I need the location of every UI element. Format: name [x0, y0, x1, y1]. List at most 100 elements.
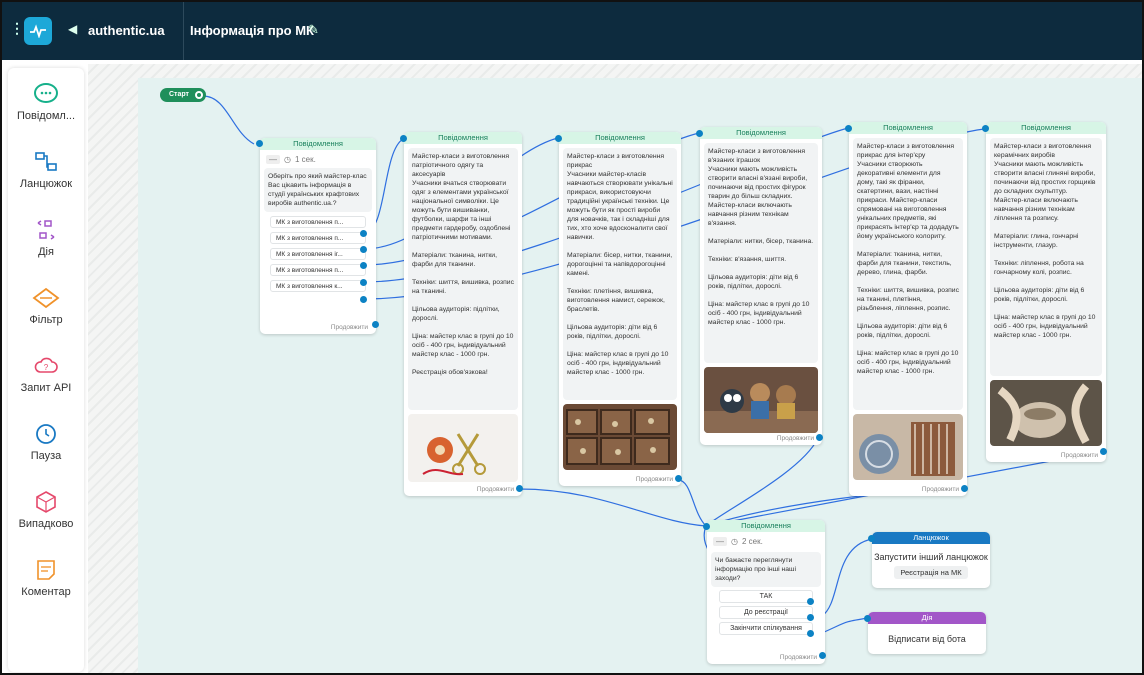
node-header: Повідомлення	[849, 122, 967, 134]
message-text: Чи бажаєте переглянути інформацію про ін…	[711, 552, 821, 587]
output-port[interactable]	[360, 262, 367, 269]
message-node-ceramics[interactable]: Повідомлення Майстер-класи з виготовленн…	[982, 122, 1107, 462]
tool-random[interactable]: Випадково	[8, 484, 84, 550]
tool-label: Пауза	[30, 450, 62, 462]
app-logo-icon[interactable]	[24, 17, 52, 45]
chain-node[interactable]: Ланцюжок Запустити інший ланцюжок Реєстр…	[868, 532, 990, 588]
node-header: Дія	[868, 612, 986, 624]
continue-port[interactable]	[819, 652, 826, 659]
input-port[interactable]	[256, 140, 263, 147]
delay-row: — ◷ 2 сек.	[713, 537, 819, 546]
option-button[interactable]: ТАК	[719, 590, 813, 603]
tool-filter[interactable]: Фільтр	[8, 280, 84, 346]
input-port[interactable]	[696, 130, 703, 137]
node-header: Повідомлення	[707, 520, 825, 532]
option-button[interactable]: До реєстрації	[719, 606, 813, 619]
tool-pause[interactable]: Пауза	[8, 416, 84, 482]
message-text: Майстер-класи з виготовлення патріотично…	[408, 148, 518, 410]
start-label: Старт	[169, 91, 189, 98]
tool-sidebar: Повідомл... Ланцюжок Дія Фільтр ? Запит …	[8, 68, 84, 672]
continue-label: Продовжити	[635, 476, 673, 483]
message-node-patriotic[interactable]: Повідомлення Майстер-класи з виготовленн…	[400, 132, 523, 496]
continue-port[interactable]	[675, 475, 682, 482]
message-text: Оберіть про який майстер-клас Вас цікави…	[264, 168, 372, 212]
tool-chain[interactable]: Ланцюжок	[8, 144, 84, 210]
menu-dots-icon[interactable]: ⋮	[10, 20, 24, 37]
tool-label: Ланцюжок	[19, 178, 73, 190]
output-port[interactable]	[807, 630, 814, 637]
clock-icon: ◷	[284, 155, 291, 164]
message-bubble-icon	[34, 83, 58, 103]
message-node-toys[interactable]: Повідомлення Майстер-класи з виготовленн…	[696, 127, 823, 445]
minus-icon[interactable]: —	[266, 155, 280, 164]
option-button[interactable]: МК з виготовлення іг...	[270, 248, 366, 260]
back-arrow-icon[interactable]: ◀	[68, 22, 77, 36]
tool-message[interactable]: Повідомл...	[8, 76, 84, 142]
tool-api[interactable]: ? Запит API	[8, 348, 84, 414]
note-icon	[37, 560, 55, 580]
pottery-image	[990, 380, 1102, 446]
continue-port[interactable]	[372, 321, 379, 328]
message-node-interior[interactable]: Повідомлення Майстер-класи з виготовленн…	[845, 122, 968, 496]
divider	[170, 2, 184, 60]
input-port[interactable]	[555, 135, 562, 142]
chain-icon	[35, 152, 57, 171]
message-text: Майстер-класи з виготовлення керамічних …	[990, 138, 1102, 376]
tool-action[interactable]: Дія	[8, 212, 84, 278]
tool-label: Випадково	[18, 518, 74, 530]
output-port[interactable]	[360, 246, 367, 253]
continue-label: Продовжити	[921, 486, 959, 493]
continue-label: Продовжити	[330, 324, 368, 331]
output-port[interactable]	[360, 230, 367, 237]
chain-target-pill[interactable]: Реєстрація на МК	[894, 566, 968, 579]
continue-label: Продовжити	[1060, 452, 1098, 459]
node-header: Повідомлення	[986, 122, 1106, 134]
continue-port[interactable]	[1100, 448, 1107, 455]
delay-value: 1 сек.	[294, 155, 316, 164]
knitted-toys-image	[704, 367, 818, 433]
tool-label: Дія	[38, 246, 54, 258]
action-node[interactable]: Дія Відписати від бота	[864, 612, 986, 654]
message-node-followup[interactable]: Повідомлення — ◷ 2 сек. Чи бажаєте перегля…	[703, 520, 826, 664]
clock-icon: ◷	[731, 537, 738, 546]
continue-port[interactable]	[516, 485, 523, 492]
tool-label: Коментар	[21, 586, 71, 598]
option-button[interactable]: МК з виготовлення п...	[270, 232, 366, 244]
message-node-jewelry[interactable]: Повідомлення Майстер-класи з виготовленн…	[555, 132, 682, 486]
edit-pencil-icon[interactable]: ✎	[308, 22, 319, 38]
start-node[interactable]: Старт	[160, 88, 206, 102]
message-node-question[interactable]: Повідомлення — ◷ 1 сек. Оберіть про який м…	[256, 138, 379, 334]
site-name[interactable]: authentic.ua	[88, 23, 165, 38]
page-title: Інформація про МК	[190, 23, 314, 38]
node-header: Повідомлення	[404, 132, 522, 144]
output-port[interactable]	[807, 598, 814, 605]
action-icon	[37, 220, 55, 240]
option-button[interactable]: МК з виготовлення к...	[270, 280, 366, 292]
input-port[interactable]	[864, 615, 871, 622]
clock-icon	[36, 424, 56, 444]
input-port[interactable]	[868, 535, 875, 542]
minus-icon[interactable]: —	[713, 537, 727, 546]
input-port[interactable]	[703, 523, 710, 530]
output-port[interactable]	[807, 614, 814, 621]
start-port[interactable]	[195, 91, 203, 99]
dice-icon	[36, 491, 56, 513]
macrame-image	[853, 414, 963, 480]
continue-port[interactable]	[961, 485, 968, 492]
output-port[interactable]	[360, 279, 367, 286]
tool-comment[interactable]: Коментар	[8, 552, 84, 618]
node-header: Повідомлення	[260, 138, 376, 150]
continue-port[interactable]	[816, 434, 823, 441]
input-port[interactable]	[982, 125, 989, 132]
input-port[interactable]	[400, 135, 407, 142]
output-port[interactable]	[360, 296, 367, 303]
continue-label: Продовжити	[476, 486, 514, 493]
option-button[interactable]: МК з виготовлення п...	[270, 216, 366, 228]
input-port[interactable]	[845, 125, 852, 132]
beads-box-image	[563, 404, 677, 470]
delay-row: — ◷ 1 сек.	[266, 155, 370, 164]
delay-value: 2 сек.	[741, 537, 763, 546]
option-button[interactable]: МК з виготовлення п...	[270, 264, 366, 276]
tool-label: Запит API	[20, 382, 72, 394]
option-button[interactable]: Закінчити спілкування	[719, 622, 813, 635]
